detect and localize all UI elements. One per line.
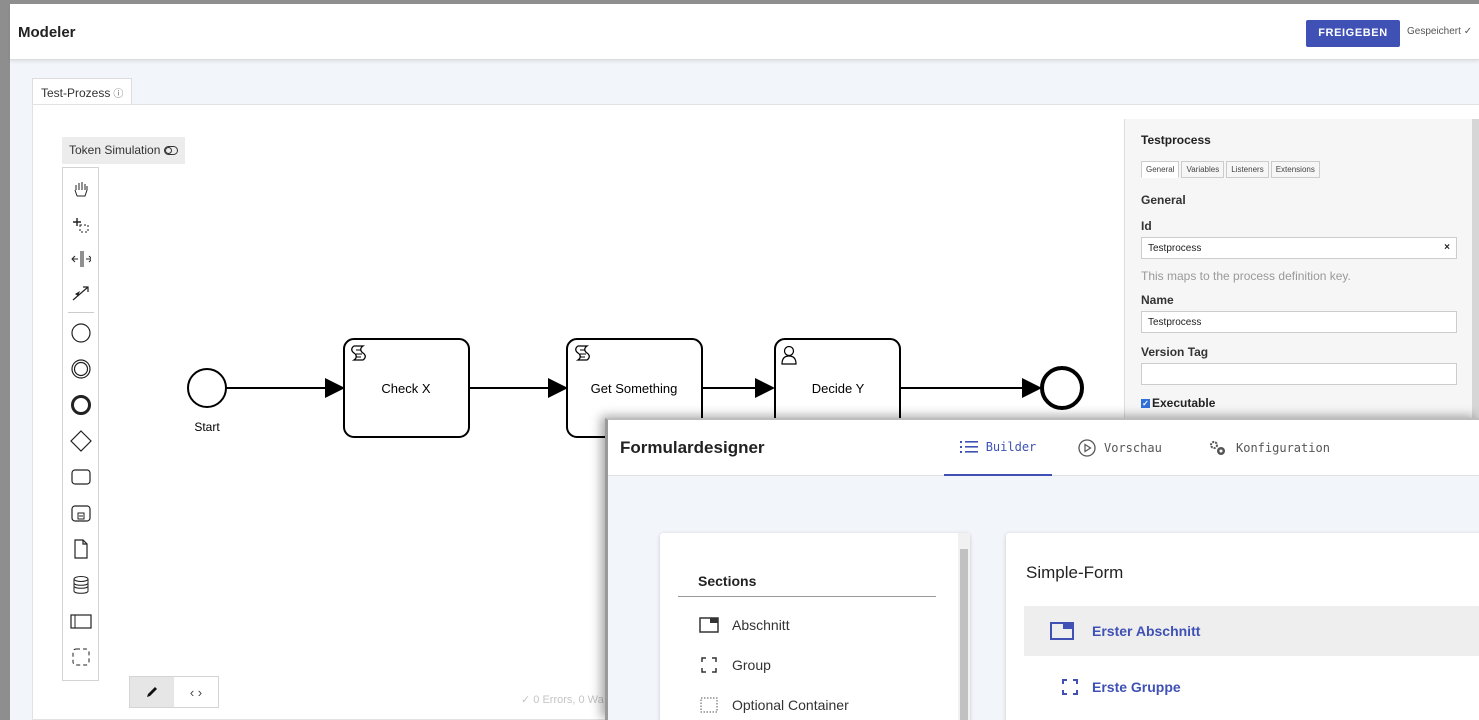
form-section-row[interactable]: Erster Abschnitt bbox=[1024, 606, 1479, 656]
start-event-label: Start bbox=[194, 420, 220, 434]
executable-label: Executable bbox=[1152, 396, 1216, 410]
sections-panel: Sections Abschnitt Group Optional Contai… bbox=[660, 533, 970, 720]
lasso-tool-icon[interactable] bbox=[68, 212, 94, 238]
play-circle-icon bbox=[1078, 439, 1096, 457]
task-icon[interactable] bbox=[68, 464, 94, 490]
gateway-icon[interactable] bbox=[68, 428, 94, 454]
task-label: Decide Y bbox=[812, 381, 865, 396]
info-icon[interactable]: ⓘ bbox=[113, 89, 123, 100]
gears-icon bbox=[1208, 439, 1228, 457]
id-value: Testprocess bbox=[1148, 243, 1202, 254]
end-event[interactable] bbox=[1040, 366, 1084, 410]
section-icon bbox=[698, 617, 720, 633]
id-label: Id bbox=[1141, 219, 1152, 233]
form-section-label: Erster Abschnitt bbox=[1092, 623, 1201, 639]
executable-checkbox[interactable]: ✓ bbox=[1141, 398, 1150, 408]
tool-palette bbox=[62, 167, 99, 681]
tab-vorschau[interactable]: Vorschau bbox=[1078, 420, 1162, 476]
id-hint: This maps to the process definition key. bbox=[1141, 269, 1351, 283]
token-simulation-toggle[interactable]: Token Simulation bbox=[62, 137, 185, 164]
properties-title: Testprocess bbox=[1141, 133, 1211, 147]
hand-tool-icon[interactable] bbox=[68, 176, 94, 202]
saved-status: Gespeichert ✓ bbox=[1407, 26, 1473, 37]
group-brackets-icon bbox=[698, 657, 720, 673]
list-icon bbox=[959, 440, 978, 454]
toggle-icon bbox=[163, 143, 178, 157]
editor-mode-switch: ‹ › bbox=[129, 676, 219, 708]
properties-panel: Testprocess General Variables Listeners … bbox=[1124, 119, 1479, 429]
properties-tabs: General Variables Listeners Extensions bbox=[1141, 161, 1322, 178]
section-item-label: Abschnitt bbox=[732, 617, 790, 633]
form-group-label: Erste Gruppe bbox=[1092, 679, 1181, 695]
start-event[interactable] bbox=[187, 368, 227, 408]
tab-label: Konfiguration bbox=[1236, 441, 1330, 455]
data-store-icon[interactable] bbox=[68, 572, 94, 598]
pool-icon[interactable] bbox=[68, 608, 94, 634]
group-icon[interactable] bbox=[68, 644, 94, 670]
sections-scrollbar[interactable] bbox=[958, 533, 970, 720]
tab-label: Test-Prozess bbox=[41, 86, 111, 100]
executable-row[interactable]: ✓ Executable bbox=[1141, 396, 1215, 410]
version-tag-field[interactable] bbox=[1141, 363, 1457, 385]
task-label: Get Something bbox=[591, 381, 678, 396]
tab-listeners[interactable]: Listeners bbox=[1226, 161, 1269, 178]
tab-builder[interactable]: Builder bbox=[944, 420, 1052, 476]
sections-heading: Sections bbox=[698, 573, 757, 589]
subprocess-icon[interactable] bbox=[68, 500, 94, 526]
section-heading: General bbox=[1141, 193, 1186, 207]
version-tag-label: Version Tag bbox=[1141, 345, 1209, 359]
name-field[interactable]: Testprocess bbox=[1141, 311, 1457, 333]
section-item-abschnitt[interactable]: Abschnitt bbox=[698, 613, 790, 637]
task-label: Check X bbox=[381, 381, 430, 396]
tab-test-prozess[interactable]: Test-Prozess ⓘ bbox=[32, 78, 133, 104]
formdesigner-window: Formulardesigner Builder Vorschau Konfig… bbox=[605, 418, 1479, 720]
section-item-optional-container[interactable]: Optional Container bbox=[698, 693, 849, 717]
form-canvas: Simple-Form Erster Abschnitt Erste Grupp… bbox=[1006, 533, 1479, 720]
section-icon bbox=[1050, 622, 1074, 640]
id-field[interactable]: Testprocess × bbox=[1141, 237, 1457, 259]
clear-icon[interactable]: × bbox=[1444, 242, 1450, 253]
name-label: Name bbox=[1141, 293, 1174, 307]
modeler-header: Modeler FREIGEBEN Gespeichert ✓ bbox=[10, 4, 1479, 60]
form-title: Simple-Form bbox=[1026, 563, 1124, 582]
form-group-item[interactable]: Erste Gruppe bbox=[1062, 679, 1181, 695]
tab-extensions[interactable]: Extensions bbox=[1270, 161, 1320, 178]
process-tab-strip: Test-Prozess ⓘ bbox=[32, 78, 133, 104]
space-tool-icon[interactable] bbox=[68, 246, 94, 272]
divider bbox=[678, 596, 936, 597]
tab-konfiguration[interactable]: Konfiguration bbox=[1208, 420, 1330, 476]
code-icon[interactable]: ‹ › bbox=[174, 677, 218, 707]
properties-scrollbar[interactable] bbox=[1472, 119, 1479, 429]
token-simulation-label: Token Simulation bbox=[69, 143, 161, 157]
dotted-container-icon bbox=[698, 697, 720, 713]
tab-label: Builder bbox=[985, 440, 1037, 454]
lint-status[interactable]: ✓ 0 Errors, 0 Wa bbox=[521, 693, 604, 706]
formdesigner-title: Formulardesigner bbox=[620, 438, 765, 457]
scrollbar-thumb[interactable] bbox=[960, 549, 968, 720]
tab-label: Vorschau bbox=[1104, 441, 1162, 455]
tab-general[interactable]: General bbox=[1141, 161, 1180, 178]
tab-variables[interactable]: Variables bbox=[1181, 161, 1225, 178]
intermediate-event-icon[interactable] bbox=[68, 356, 94, 382]
start-event-icon[interactable] bbox=[68, 320, 94, 346]
section-item-group[interactable]: Group bbox=[698, 653, 771, 677]
pencil-icon[interactable] bbox=[130, 677, 174, 707]
group-brackets-icon bbox=[1062, 679, 1078, 695]
end-event-icon[interactable] bbox=[68, 392, 94, 418]
modeler-title: Modeler bbox=[18, 24, 76, 41]
section-item-label: Optional Container bbox=[732, 697, 849, 713]
form-section-item[interactable]: Erster Abschnitt bbox=[1050, 622, 1200, 640]
data-object-icon[interactable] bbox=[68, 536, 94, 562]
global-connect-icon[interactable] bbox=[68, 280, 94, 306]
formdesigner-header: Formulardesigner Builder Vorschau Konfig… bbox=[608, 420, 1479, 476]
release-button[interactable]: FREIGEBEN bbox=[1306, 20, 1400, 47]
section-item-label: Group bbox=[732, 657, 771, 673]
